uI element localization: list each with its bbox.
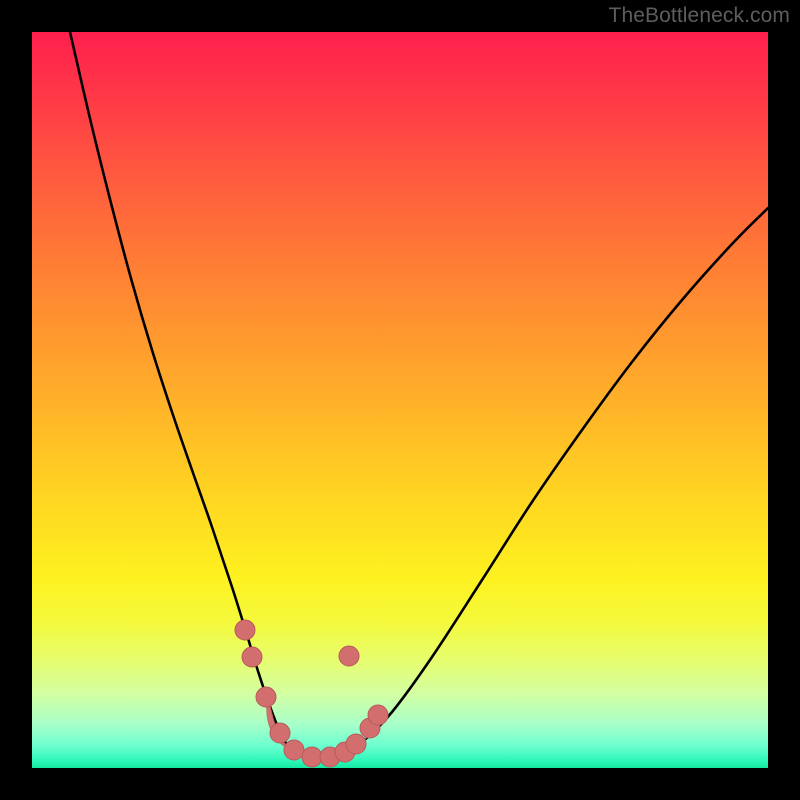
curve-markers — [235, 620, 388, 767]
curve-marker — [284, 740, 304, 760]
curve-marker — [339, 646, 359, 666]
curve-marker — [242, 647, 262, 667]
curve-marker — [302, 747, 322, 767]
curve-marker — [346, 734, 366, 754]
curve-layer — [32, 32, 768, 768]
curve-marker — [256, 687, 276, 707]
curve-marker — [368, 705, 388, 725]
bottleneck-curve — [70, 32, 768, 759]
watermark-text: TheBottleneck.com — [609, 4, 790, 28]
curve-marker — [235, 620, 255, 640]
plot-area — [32, 32, 768, 768]
curve-marker — [270, 723, 290, 743]
chart-frame: TheBottleneck.com — [0, 0, 800, 800]
